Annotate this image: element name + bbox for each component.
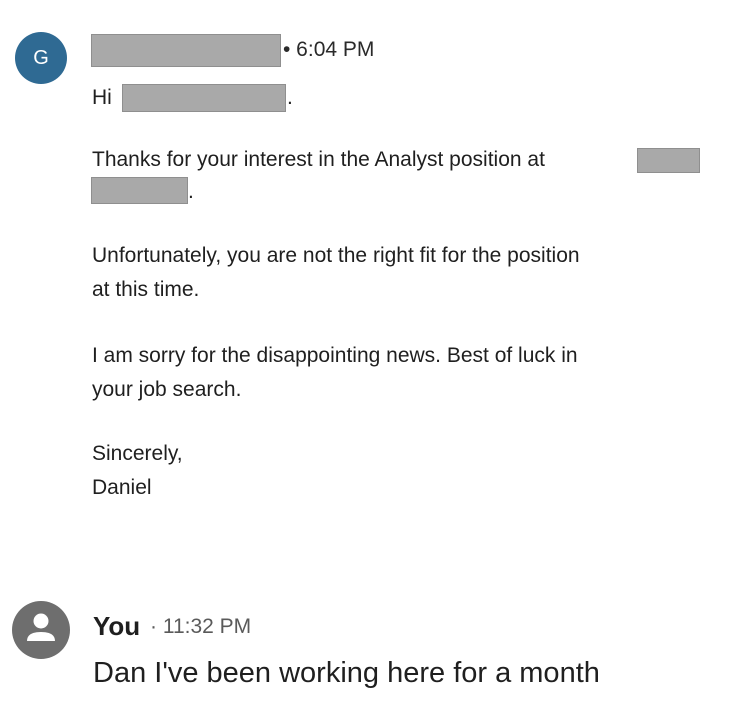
redacted-recipient-name [122, 84, 286, 112]
body-paragraph-1-line-1: Thanks for your interest in the Analyst … [92, 148, 545, 171]
redacted-company-name-part-2 [91, 177, 188, 204]
body-paragraph-3-line-2: your job search. [92, 378, 242, 401]
sender-avatar[interactable]: G [15, 32, 67, 84]
reply-timestamp: · 11:32 PM [150, 615, 252, 638]
message-timestamp: • 6:04 PM [283, 38, 375, 61]
closing-text: Sincerely, [92, 442, 183, 465]
body-paragraph-3-line-1: I am sorry for the disappointing news. B… [92, 344, 578, 367]
sender-avatar-letter: G [33, 46, 49, 69]
greeting-text: Hi [92, 86, 112, 109]
signature-text: Daniel [92, 476, 152, 499]
reply-sender-name: You [93, 611, 141, 641]
your-avatar[interactable] [12, 601, 70, 659]
greeting-period: . [287, 86, 293, 109]
reply-message-text: Dan I've been working here for a month [93, 657, 600, 689]
body-paragraph-2-line-1: Unfortunately, you are not the right fit… [92, 244, 580, 267]
body-paragraph-1-end: . [188, 180, 194, 203]
body-paragraph-2-line-2: at this time. [92, 278, 200, 301]
person-icon [27, 613, 55, 641]
redacted-company-name-part-1 [637, 148, 700, 173]
redacted-sender-name [91, 34, 281, 67]
